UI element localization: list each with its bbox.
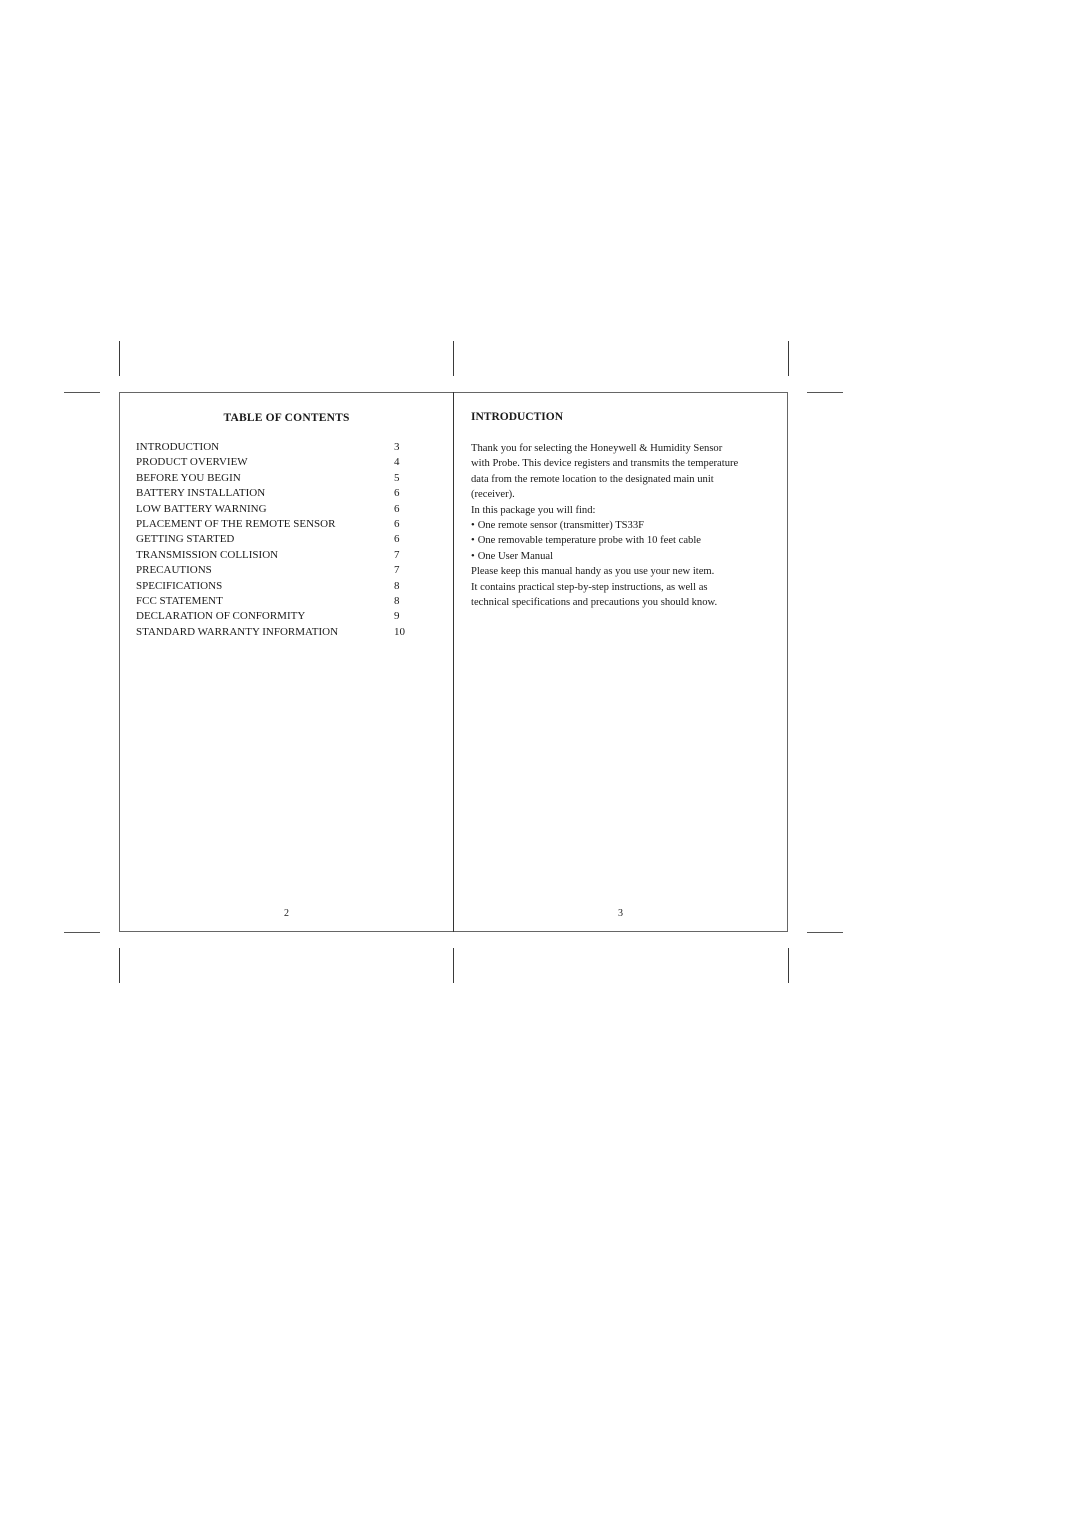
toc-entry: DECLARATION OF CONFORMITY 9	[136, 609, 412, 624]
crop-mark-left-bottom	[64, 932, 100, 933]
toc-entry: PRECAUTIONS 7	[136, 563, 412, 578]
crop-mark-right-bottom	[807, 932, 843, 933]
intro-line: (receiver).	[471, 489, 515, 501]
intro-line: with Probe. This device registers and tr…	[471, 458, 739, 470]
toc-list: INTRODUCTION 3 PRODUCT OVERVIEW 4 BEFORE YOU…	[136, 440, 412, 640]
toc-entry-page: 9	[394, 610, 400, 623]
toc-entry: TRANSMISSION COLLISION 7	[136, 548, 412, 563]
toc-entry-label: PRODUCT OVERVIEW	[136, 456, 248, 469]
page-number-right: 3	[618, 908, 623, 919]
toc-entry: STANDARD WARRANTY INFORMATION 10	[136, 625, 412, 640]
toc-entry-label: BEFORE YOU BEGIN	[136, 471, 241, 484]
crop-mark-left-top	[64, 392, 100, 393]
introduction-body: Thank you for selecting the Honeywell & …	[471, 441, 781, 610]
crop-mark-bottom-right	[788, 948, 789, 983]
toc-entry-label: INTRODUCTION	[136, 441, 220, 453]
toc-entry-page: 8	[394, 594, 400, 607]
package-item: One User Manual	[471, 549, 781, 564]
package-item: One remote sensor (transmitter) TS33F	[471, 518, 781, 533]
package-contents-list: One remote sensor (transmitter) TS33F On…	[471, 518, 781, 564]
toc-entry-page: 7	[394, 564, 400, 577]
page-number-left: 2	[284, 908, 289, 919]
intro-line: Thank you for selecting the Honeywell & …	[471, 443, 723, 454]
package-intro: In this package you will find:	[471, 504, 596, 516]
toc-title: TABLE OF CONTENTS	[223, 412, 350, 424]
toc-entry: PLACEMENT OF THE REMOTE SENSOR 6	[136, 517, 412, 532]
toc-entry-page: 6	[394, 502, 400, 515]
package-item: One removable temperature probe with 10 …	[471, 533, 781, 548]
toc-entry-label: SPECIFICATIONS	[136, 579, 223, 592]
toc-entry-label: PRECAUTIONS	[136, 564, 212, 577]
toc-entry-page: 10	[394, 625, 405, 638]
intro-line: data from the remote location to the des…	[471, 473, 714, 485]
crop-mark-bottom-left	[119, 948, 120, 983]
introduction-page: INTRODUCTION Thank you for selecting the…	[454, 392, 787, 932]
toc-entry-label: STANDARD WARRANTY INFORMATION	[136, 625, 339, 638]
closing-line: Please keep this manual handy as you use…	[471, 566, 715, 578]
toc-entry-label: PLACEMENT OF THE REMOTE SENSOR	[136, 517, 336, 530]
crop-mark-top-right	[788, 341, 789, 376]
toc-entry-page: 5	[394, 471, 400, 484]
closing-line: It contains practical step-by-step instr…	[471, 581, 708, 593]
toc-entry: GETTING STARTED 6	[136, 532, 412, 547]
toc-entry: PRODUCT OVERVIEW 4	[136, 455, 412, 470]
toc-entry: LOW BATTERY WARNING 6	[136, 502, 412, 517]
toc-entry-label: BATTERY INSTALLATION	[136, 487, 266, 500]
toc-entry-page: 6	[394, 517, 400, 530]
toc-entry-label: DECLARATION OF CONFORMITY	[136, 610, 306, 623]
toc-entry-page: 3	[394, 441, 400, 453]
toc-entry-label: FCC STATEMENT	[136, 594, 223, 607]
toc-entry: SPECIFICATIONS 8	[136, 579, 412, 594]
toc-entry-label: GETTING STARTED	[136, 533, 235, 546]
closing-line: technical specifications and precautions…	[471, 597, 718, 609]
introduction-heading: INTRODUCTION	[471, 411, 564, 423]
toc-entry-label: TRANSMISSION COLLISION	[136, 548, 279, 561]
crop-mark-bottom-center	[453, 948, 454, 983]
toc-entry: FCC STATEMENT 8	[136, 594, 412, 609]
toc-entry: BATTERY INSTALLATION 6	[136, 486, 412, 501]
toc-entry-page: 8	[394, 579, 400, 592]
toc-entry-label: LOW BATTERY WARNING	[136, 502, 267, 515]
toc-entry-page: 7	[394, 548, 400, 561]
toc-entry: INTRODUCTION 3	[136, 440, 412, 455]
toc-entry-page: 6	[394, 487, 400, 500]
crop-mark-top-left	[119, 341, 120, 376]
crop-mark-right-top	[807, 392, 843, 393]
toc-entry-page: 4	[394, 456, 400, 469]
crop-mark-top-center	[453, 341, 454, 376]
table-of-contents-page: TABLE OF CONTENTS INTRODUCTION 3 PRODUCT O…	[120, 392, 453, 932]
toc-entry: BEFORE YOU BEGIN 5	[136, 471, 412, 486]
toc-entry-page: 6	[394, 533, 400, 546]
